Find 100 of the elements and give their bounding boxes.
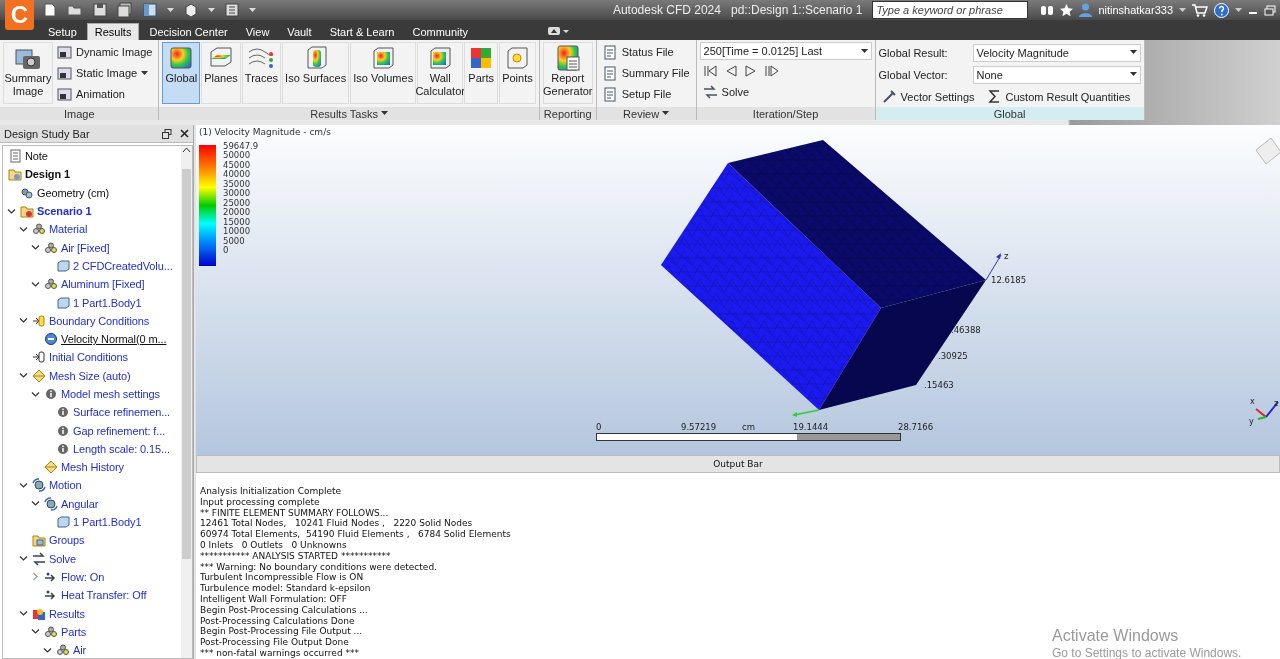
scale-label: 19.1444 bbox=[793, 422, 829, 432]
legend-value: 45000 bbox=[223, 159, 251, 170]
legend-value: 10000 bbox=[223, 226, 251, 236]
tree-item[interactable]: Design 1 bbox=[25, 168, 71, 181]
tree-item[interactable]: Model mesh settings bbox=[61, 388, 160, 400]
activation-subtitle: Go to Settings to activate Windows. bbox=[1052, 646, 1242, 659]
tree-item[interactable]: Groups bbox=[49, 534, 85, 547]
tree-item[interactable]: Gap refinement: f... bbox=[73, 424, 166, 437]
ribbon-group-label: Reporting bbox=[539, 107, 596, 120]
results-tool-button[interactable]: Iso Surfaces bbox=[282, 42, 350, 104]
tree-item[interactable]: Velocity Normal(0 m... bbox=[61, 333, 167, 346]
file-button[interactable]: Setup File bbox=[599, 84, 693, 104]
tree-item[interactable]: Motion bbox=[49, 479, 82, 492]
ribbon-tab[interactable]: Community bbox=[404, 23, 477, 40]
tree-item[interactable]: Length scale: 0.15... bbox=[73, 442, 170, 455]
legend-value: 50000 bbox=[223, 150, 251, 160]
legend-value: 15000 bbox=[223, 216, 251, 227]
tree-item[interactable]: Flow: On bbox=[61, 570, 105, 583]
legend-value: 59647.9 bbox=[223, 141, 259, 151]
tree-item[interactable]: Geometry (cm) bbox=[37, 186, 110, 199]
tree-item[interactable]: Note bbox=[25, 150, 48, 163]
ribbon-group-label: Global bbox=[875, 107, 1144, 120]
ribbon-tab[interactable]: Decision Center bbox=[141, 23, 236, 40]
animation-button[interactable]: Animation bbox=[54, 84, 156, 104]
results-tool-button[interactable]: Iso Volumes bbox=[350, 42, 417, 104]
legend-value: 5000 bbox=[223, 235, 245, 246]
log-line: Turbulent Incompressible Flow is ON bbox=[200, 572, 364, 584]
log-line: Post-Processing File Output Done bbox=[200, 637, 349, 648]
step-dropdown[interactable]: 250[Time = 0.0125] Last bbox=[699, 42, 872, 60]
log-line: 12461 Total Nodes, 10241 Fluid Nodes , 2220 Solid Nodes bbox=[200, 518, 473, 530]
log-line: Turbulence model: Standard k-epsilon bbox=[200, 583, 371, 594]
custom-quantities-button[interactable]: Custom Result Quantities bbox=[983, 86, 1134, 107]
ribbon-group-label: Review bbox=[596, 107, 696, 120]
log-line: 0 Inlets 0 Outlets 0 Unknowns bbox=[200, 540, 347, 551]
tree-item[interactable]: Air bbox=[73, 644, 87, 657]
static-image-button[interactable]: Static Image bbox=[54, 63, 156, 83]
axis-value: z bbox=[1004, 251, 1009, 261]
tree-item[interactable]: 1 Part1.Body1 bbox=[73, 516, 142, 529]
ribbon-tab[interactable]: Vault bbox=[279, 23, 320, 40]
tree-item[interactable]: Surface refinemen... bbox=[73, 406, 171, 419]
ribbon-tab[interactable]: Start & Learn bbox=[321, 23, 403, 40]
tree-item[interactable]: Air [Fixed] bbox=[61, 241, 110, 254]
log-line: Begin Post-Processing File Output ... bbox=[200, 626, 363, 638]
results-tool-button[interactable]: Global bbox=[162, 42, 201, 104]
legend-value: 20000 bbox=[223, 207, 251, 217]
tree-item[interactable]: Scenario 1 bbox=[37, 205, 92, 218]
legend-value: 40000 bbox=[223, 169, 251, 179]
log-line: Post-Processing Calculations Done bbox=[200, 615, 355, 627]
tree-item[interactable]: Angular bbox=[61, 497, 99, 510]
results-tool-button[interactable]: Parts bbox=[464, 42, 499, 104]
results-tool-button[interactable]: Traces bbox=[241, 42, 282, 104]
user-name[interactable]: nitinshatkar333 bbox=[1098, 4, 1173, 16]
summary-image-button[interactable]: Summary Image bbox=[3, 42, 53, 104]
window-title: Autodesk CFD 2024 pd::Design 1::Scenario 1 bbox=[612, 3, 863, 17]
activation-title: Activate Windows bbox=[1052, 626, 1180, 646]
ribbon-tab[interactable]: View bbox=[237, 23, 278, 40]
tree-item[interactable]: 1 Part1.Body1 bbox=[73, 296, 142, 309]
file-button[interactable]: Status File bbox=[599, 42, 693, 62]
tree-item[interactable]: Mesh History bbox=[61, 461, 124, 474]
log-line: ** FINITE ELEMENT SUMMARY FOLLOWS... bbox=[200, 507, 389, 519]
tree-item[interactable]: Boundary Conditions bbox=[49, 314, 150, 327]
log-line: *** non-fatal warnings occurred *** bbox=[200, 647, 359, 659]
tree-item[interactable]: Parts bbox=[61, 625, 87, 638]
ribbon-tab[interactable]: Results bbox=[86, 23, 140, 40]
result-dropdown[interactable]: None bbox=[972, 65, 1141, 84]
file-button[interactable]: Summary File bbox=[599, 63, 693, 83]
ribbon-group-label: Results Tasks bbox=[159, 107, 539, 120]
log-line: Input processing complete bbox=[200, 496, 320, 508]
tree-item[interactable]: Mesh Size (auto) bbox=[49, 369, 131, 382]
result-dropdown[interactable]: Velocity Magnitude bbox=[972, 43, 1141, 62]
solve-button[interactable]: Solve bbox=[699, 82, 872, 102]
results-tool-button[interactable]: Planes bbox=[201, 42, 241, 104]
ribbon-tab[interactable]: Setup bbox=[40, 23, 85, 40]
axis-label: x bbox=[1250, 397, 1255, 406]
report-generator-button[interactable]: Report Generator bbox=[542, 42, 593, 104]
axis-value: .46388 bbox=[951, 325, 981, 335]
scale-label: 28.7166 bbox=[898, 422, 934, 432]
axis-value: .15463 bbox=[924, 380, 954, 390]
tree-item[interactable]: 2 CFDCreatedVolu... bbox=[73, 259, 173, 272]
tree-item[interactable]: Solve bbox=[49, 552, 77, 565]
ribbon-group-label: Image bbox=[0, 107, 159, 120]
log-line: Intelligent Wall Formulation: OFF bbox=[200, 593, 347, 605]
results-tool-button[interactable]: Points bbox=[499, 42, 536, 104]
panel-title: Design Study Bar bbox=[4, 127, 91, 140]
axis-label: y bbox=[1249, 417, 1254, 426]
tree-item[interactable]: Results bbox=[49, 607, 85, 620]
vector-settings-button[interactable]: Vector Settings bbox=[878, 86, 978, 107]
tree-item[interactable]: Heat Transfer: Off bbox=[61, 589, 147, 602]
scale-label: 0 bbox=[596, 422, 602, 432]
log-line: Analysis Initialization Complete bbox=[200, 486, 342, 497]
log-line: *********** ANALYSIS STARTED *********** bbox=[200, 550, 391, 562]
tree-item[interactable]: Aluminum [Fixed] bbox=[61, 278, 145, 291]
scale-label: 9.57219 bbox=[681, 422, 717, 432]
tree-item[interactable]: Initial Conditions bbox=[49, 351, 128, 364]
results-tool-button[interactable]: Wall Calculator bbox=[417, 42, 464, 104]
tree-item[interactable]: Material bbox=[49, 223, 88, 236]
search-field[interactable]: Type a keyword or phrase bbox=[872, 1, 1029, 19]
dynamic-image-button[interactable]: Dynamic Image bbox=[54, 42, 156, 62]
scale-label: cm bbox=[742, 422, 755, 432]
legend-value: 25000 bbox=[223, 197, 251, 208]
